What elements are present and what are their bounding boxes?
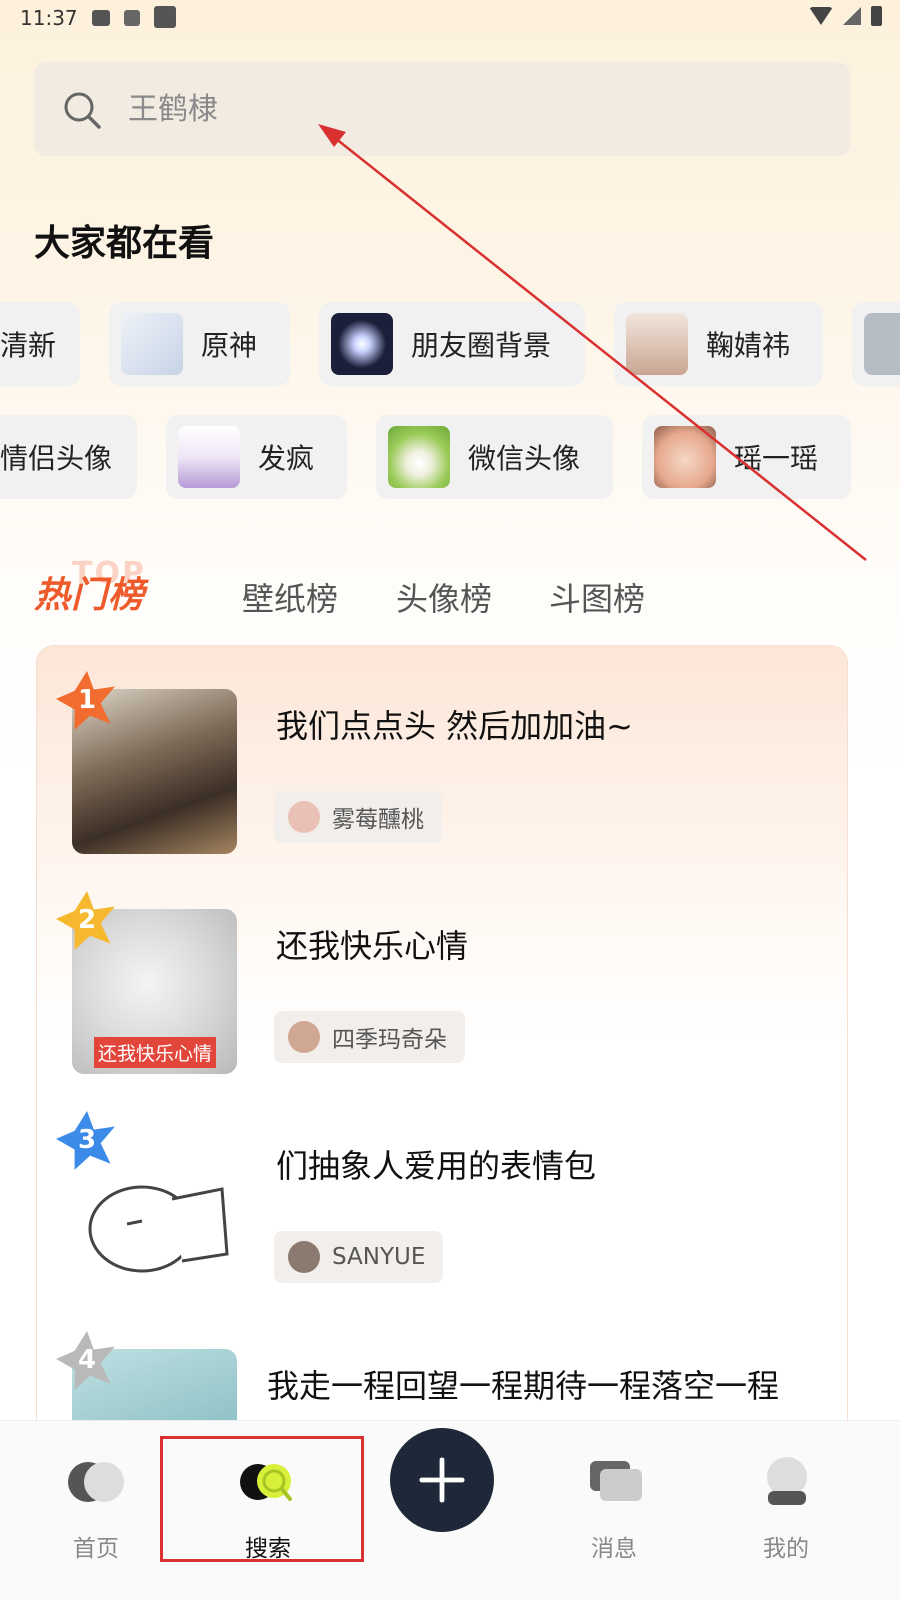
search-icon [64,92,101,129]
chip-label: 微信头像 [468,442,581,475]
chip-label: 发疯 [258,442,315,475]
ranking-title: 还我快乐心情 [276,927,469,965]
nav-label: 首页 [73,1536,119,1562]
author-name: SANYUE [332,1244,426,1270]
add-button[interactable] [390,1428,494,1532]
chip-thumbnail [388,426,450,488]
tab-sticker-ranking[interactable]: 斗图榜 [549,574,645,620]
author-name: 雾莓醺桃 [332,807,424,833]
signal-icon [843,7,861,25]
tab-wallpaper-ranking[interactable]: 壁纸榜 [242,574,338,620]
chip-thumbnail [331,313,393,375]
chip-partial[interactable] [852,302,900,386]
author-tag[interactable]: 雾莓醺桃 [274,791,442,843]
author-tag[interactable]: SANYUE [274,1231,444,1283]
chip-label: 鞠婧祎 [706,329,791,362]
status-time: 11:37 [20,6,78,30]
chip-label: 朋友圈背景 [411,329,552,362]
rank-number: 2 [77,905,97,935]
nav-label: 搜索 [245,1536,291,1562]
image-notification-icon [92,10,110,26]
chip-label: 情侣头像 [0,442,113,475]
ranking-title: 我走一程回望一程期待一程落空一程 [267,1367,780,1405]
avatar [288,1241,320,1273]
ranking-item[interactable]: 还我快乐心情 2 还我快乐心情 四季玛奇朵 [36,865,848,1074]
author-name: 四季玛奇朵 [332,1027,447,1053]
nav-messages[interactable]: 消息 [534,1421,694,1581]
ranking-item[interactable]: 4 我走一程回望一程期待一程落空一程 [36,1305,848,1420]
search-bar[interactable] [34,62,850,156]
nav-label: 消息 [591,1536,637,1562]
chip-thumbnail [864,313,900,375]
chip-label: 瑶一瑶 [734,442,819,475]
section-title: 大家都在看 [34,223,215,264]
home-icon [68,1462,124,1502]
nav-profile[interactable]: 我的 [706,1421,866,1581]
nav-home[interactable]: 首页 [16,1421,176,1581]
tab-hot-ranking[interactable]: 热门榜 [34,566,145,618]
profile-icon [767,1457,807,1505]
chip-thumbnail [626,313,688,375]
nav-search[interactable]: 搜索 [188,1421,348,1581]
nav-label: 我的 [763,1536,809,1562]
trending-chip-row-2: 情侣头像 发疯 微信头像 瑶一瑶 [0,415,900,501]
chip-shake[interactable]: 瑶一瑶 [642,415,851,499]
chip-genshin[interactable]: 原神 [109,302,290,386]
chip-wechat-avatar[interactable]: 微信头像 [376,415,613,499]
plus-icon [419,1457,465,1503]
chip-thumbnail [121,313,183,375]
avatar [288,801,320,833]
avatar [288,1021,320,1053]
tab-avatar-ranking[interactable]: 头像榜 [396,574,492,620]
chip-going-crazy[interactable]: 发疯 [166,415,347,499]
app-notification-icon [154,6,176,28]
chip-ju-jingyi[interactable]: 鞠婧祎 [614,302,823,386]
status-bar: 11:37 [0,0,900,36]
text-notification-icon [124,10,140,26]
rank-number: 1 [77,685,97,715]
ranking-item[interactable]: 1 我们点点头 然后加加油~ 雾莓醺桃 [36,645,848,854]
chip-moments-background[interactable]: 朋友圈背景 [319,302,585,386]
chip-label: 清新 [0,329,57,362]
search-nav-icon [240,1464,292,1501]
chip-fresh[interactable]: 清新 [0,302,80,386]
ranking-item[interactable]: 3 们抽象人爱用的表情包 SANYUE [36,1085,848,1294]
chip-label: 原神 [201,329,258,362]
chip-couple-avatar[interactable]: 情侣头像 [0,415,137,499]
ranking-title: 们抽象人爱用的表情包 [276,1147,597,1185]
rank-number: 4 [77,1345,97,1375]
trending-chip-row-1: 清新 原神 朋友圈背景 鞠婧祎 [0,302,900,388]
battery-icon [871,6,882,26]
rank-number: 3 [77,1125,97,1155]
author-tag[interactable]: 四季玛奇朵 [274,1011,465,1063]
wifi-icon [809,7,833,25]
ranking-title: 我们点点头 然后加加油~ [276,707,633,745]
chip-thumbnail [654,426,716,488]
chip-thumbnail [178,426,240,488]
search-input[interactable] [128,84,808,134]
message-icon [590,1461,642,1501]
thumbnail-caption: 还我快乐心情 [94,1037,217,1068]
